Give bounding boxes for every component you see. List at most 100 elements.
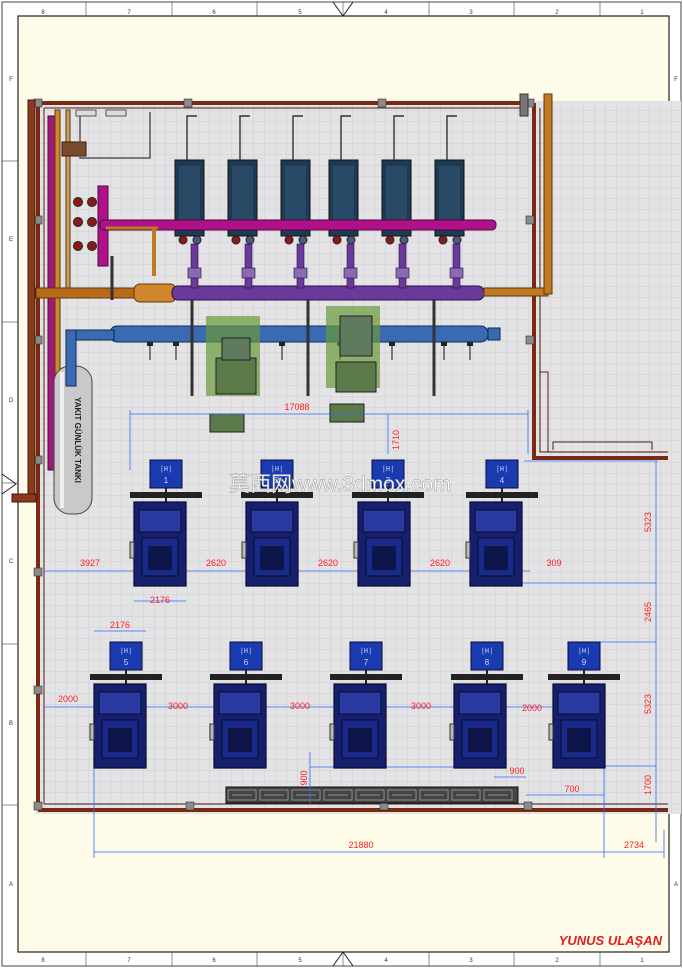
boiler-firebox xyxy=(148,546,172,570)
boiler-handle xyxy=(329,723,335,741)
branch-pipe xyxy=(346,243,355,289)
boiler-firebox xyxy=(348,728,372,752)
dimension-label: 2620 xyxy=(206,558,226,568)
dimension-label: 5323 xyxy=(643,512,653,532)
header-valve xyxy=(389,342,395,346)
dimension-label: 3000 xyxy=(290,701,310,711)
branch-pipe xyxy=(452,243,461,289)
boiler-firebox xyxy=(484,546,508,570)
valve-icon xyxy=(73,217,83,227)
branch-fitting xyxy=(293,267,308,279)
boiler-firebox xyxy=(260,546,284,570)
dimension-label: 3000 xyxy=(411,701,431,711)
valve-icon xyxy=(87,241,97,251)
branch-fitting xyxy=(187,267,202,279)
boiler-handle xyxy=(449,723,455,741)
frame-row-label: A xyxy=(9,882,13,888)
branch-fitting xyxy=(395,267,410,279)
author-name: YUNUS ULAŞAN xyxy=(559,933,663,948)
valve-icon xyxy=(298,235,308,245)
boiler-number: 7 xyxy=(364,658,369,667)
burner-symbol: |H| xyxy=(481,648,494,656)
dimension-label: 900 xyxy=(509,766,524,776)
structural-column xyxy=(185,801,195,811)
tank-label: YAKIT GÜNLÜK TANKI xyxy=(73,397,82,483)
valve-icon xyxy=(87,217,97,227)
dimension-label: 2000 xyxy=(522,703,542,713)
valve-icon xyxy=(452,235,462,245)
valve-icon xyxy=(87,197,97,207)
dimension-label: 900 xyxy=(299,770,309,785)
boiler-flange xyxy=(330,674,402,680)
dimension-label: 2176 xyxy=(110,620,130,630)
boiler-firebox xyxy=(567,728,591,752)
boiler-firebox xyxy=(228,728,252,752)
boiler-firebox xyxy=(468,728,492,752)
structural-column xyxy=(33,685,43,695)
frame-row-label: C xyxy=(9,559,14,565)
dimension-label: 1710 xyxy=(391,430,401,450)
boiler-flange xyxy=(466,492,538,498)
structural-column xyxy=(525,335,535,345)
frame-row-label: E xyxy=(9,237,13,243)
boiler-room-plan: 8877665544332211FFEEDDCCBBAA YAK xyxy=(1,1,682,967)
boiler-handle xyxy=(209,723,215,741)
valve-icon xyxy=(73,197,83,207)
dimension-label: 21880 xyxy=(348,840,373,850)
header-valve xyxy=(467,342,473,346)
boiler-number: 8 xyxy=(485,658,490,667)
burner-symbol: |H| xyxy=(578,648,591,656)
dimension-label: 700 xyxy=(564,784,579,794)
burner-symbol: |H| xyxy=(240,648,253,656)
valve-icon xyxy=(231,235,241,245)
drawing-sheet: 8877665544332211FFEEDDCCBBAA YAK xyxy=(0,0,683,968)
boiler-handle xyxy=(353,541,359,559)
burner-symbol: |H| xyxy=(120,648,133,656)
structural-column xyxy=(183,98,193,108)
valve-icon xyxy=(385,235,395,245)
watermark-text: 莫西网www.3dmox.com xyxy=(229,473,451,496)
boiler-number: 6 xyxy=(244,658,249,667)
boiler-top-panel xyxy=(338,691,382,715)
dimension-label: 17088 xyxy=(284,402,309,412)
branch-pipe xyxy=(244,243,253,289)
frame-row-label: B xyxy=(9,721,13,727)
boiler-handle xyxy=(241,541,247,559)
burner-symbol: |H| xyxy=(160,466,173,474)
fuel-day-tank: YAKIT GÜNLÜK TANKI xyxy=(53,365,93,515)
boiler-flange xyxy=(90,674,162,680)
valve-icon xyxy=(346,235,356,245)
boiler-top-panel xyxy=(138,509,182,533)
frame-row-label: D xyxy=(9,398,14,404)
dimension-label: 3000 xyxy=(168,701,188,711)
dimension-label: 5323 xyxy=(643,694,653,714)
boiler-firebox xyxy=(108,728,132,752)
valve-icon xyxy=(332,235,342,245)
structural-column xyxy=(525,215,535,225)
valve-icon xyxy=(284,235,294,245)
valve-icon xyxy=(192,235,202,245)
boiler-firebox xyxy=(372,546,396,570)
frame-row-label: F xyxy=(9,77,13,83)
structural-column xyxy=(523,801,533,811)
dimension-label: 2176 xyxy=(150,595,170,605)
boiler-handle xyxy=(548,723,554,741)
burner-symbol: |H| xyxy=(496,466,509,474)
header-valve xyxy=(173,342,179,346)
dimension-label: 2000 xyxy=(58,694,78,704)
frame-row-label: A xyxy=(674,882,678,888)
dimension-label: 2620 xyxy=(430,558,450,568)
boiler-flange xyxy=(210,674,282,680)
valve-icon xyxy=(399,235,409,245)
structural-column xyxy=(33,567,43,577)
dimension-label: 309 xyxy=(546,558,561,568)
boiler-top-panel xyxy=(218,691,262,715)
branch-pipe xyxy=(190,243,199,289)
valve-icon xyxy=(438,235,448,245)
boiler-top-panel xyxy=(474,509,518,533)
boiler-flange xyxy=(130,492,202,498)
frame-row-label: F xyxy=(674,77,678,83)
boiler-top-panel xyxy=(362,509,406,533)
dimension-label: 3927 xyxy=(80,558,100,568)
dimension-label: 2465 xyxy=(643,602,653,622)
